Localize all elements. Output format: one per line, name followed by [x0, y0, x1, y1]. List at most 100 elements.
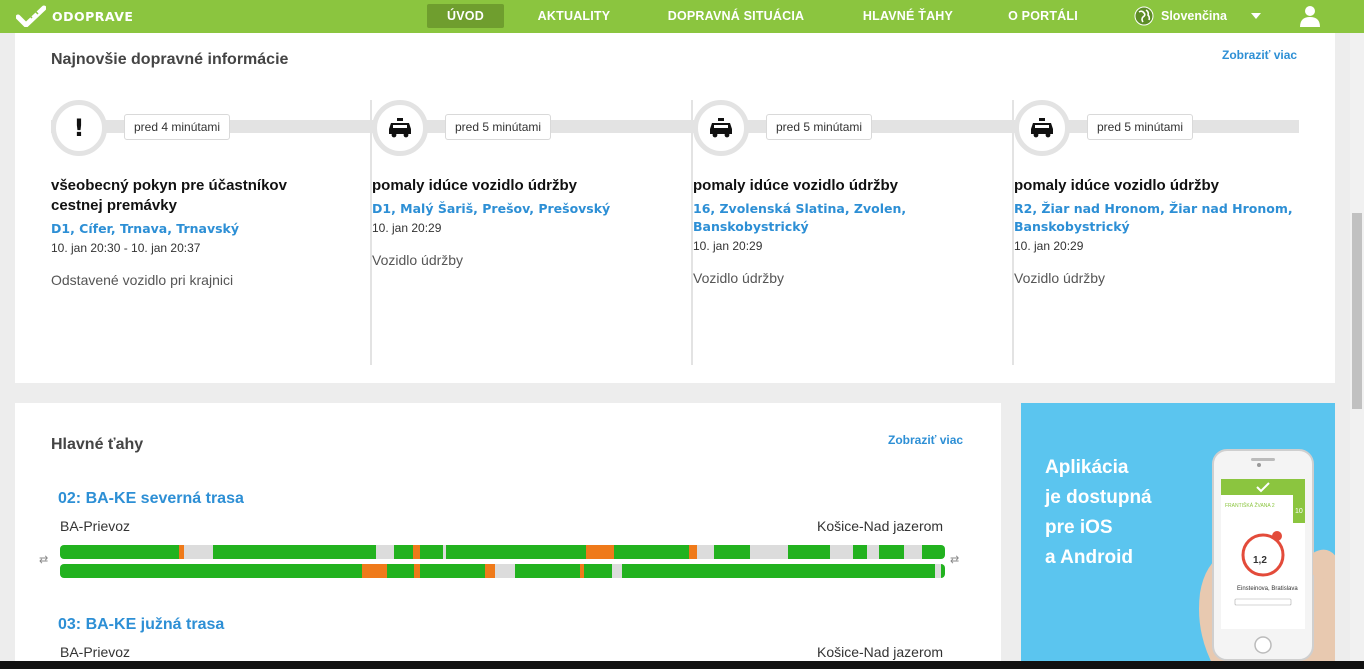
phone-street-label: FRANTIŠKÁ ŽVANA 2 — [1225, 501, 1275, 509]
traffic-segment-slow[interactable] — [689, 545, 698, 559]
top-navigation: ODOPRAVE ÚVOD AKTUALITY DOPRAVNÁ SITUÁCI… — [0, 0, 1364, 33]
ad-line: je dostupná — [1045, 487, 1152, 508]
direction-arrows-icon: ⇄ — [950, 554, 960, 566]
news-item[interactable]: pred 5 minútami pomaly idúce vozidlo údr… — [1014, 100, 1335, 365]
traffic-segment-none[interactable] — [867, 545, 880, 559]
maintenance-vehicle-icon — [710, 118, 732, 138]
news-icon-circle: ! — [51, 100, 107, 156]
direction-arrows-icon: ⇄ — [39, 554, 49, 566]
language-selector[interactable]: Slovenčina — [1134, 5, 1262, 27]
traffic-segment-free[interactable] — [386, 564, 415, 578]
traffic-segment-free[interactable] — [446, 545, 586, 559]
exclamation-icon: ! — [73, 114, 85, 142]
traffic-segment-free[interactable] — [60, 564, 362, 578]
ad-line: a Android — [1045, 547, 1133, 568]
nav-item-hlavne-tahy[interactable]: HLAVNÉ ŤAHY — [855, 4, 961, 28]
app-ad-text: Aplikácia je dostupná pre iOS a Android — [1045, 453, 1152, 573]
ad-line: pre iOS — [1045, 517, 1113, 538]
traffic-segment-free[interactable] — [393, 545, 413, 559]
news-item[interactable]: pred 5 minútami pomaly idúce vozidlo údr… — [372, 100, 693, 365]
traffic-segment-none[interactable] — [903, 545, 922, 559]
nav-item-aktuality[interactable]: AKTUALITY — [530, 4, 618, 28]
panel-title: Hlavné ťahy — [51, 436, 144, 453]
traffic-bar-direction-2[interactable] — [60, 564, 945, 578]
news-date: 10. jan 20:30 - 10. jan 20:37 — [51, 241, 201, 255]
logo-check-icon — [16, 5, 46, 27]
route-title-link[interactable]: 03: BA-KE južná trasa — [58, 616, 224, 634]
traffic-segment-free[interactable] — [853, 545, 868, 559]
nav-item-o-portali[interactable]: O PORTÁLI — [1003, 4, 1083, 28]
panel-title: Najnovšie dopravné informácie — [51, 51, 289, 68]
traffic-segment-slow[interactable] — [361, 564, 387, 578]
traffic-segment-free[interactable] — [621, 564, 935, 578]
traffic-segment-slow[interactable] — [484, 564, 495, 578]
maintenance-vehicle-icon — [1031, 118, 1053, 138]
nav-item-uvod[interactable]: ÚVOD — [427, 4, 504, 28]
traffic-segment-none[interactable] — [611, 564, 622, 578]
news-icon-circle — [372, 100, 428, 156]
route-end: Košice-Nad jazerom — [817, 644, 944, 660]
news-icon-circle — [1014, 100, 1070, 156]
news-icon-circle — [693, 100, 749, 156]
scrollbar[interactable] — [1350, 33, 1364, 669]
show-more-link[interactable]: Zobraziť viac — [1222, 48, 1297, 62]
scrollbar-thumb[interactable] — [1352, 213, 1362, 409]
traffic-segment-free[interactable] — [212, 545, 376, 559]
maintenance-vehicle-icon — [389, 118, 411, 138]
language-label: Slovenčina — [1161, 9, 1227, 23]
news-description: Vozidlo údržby — [1014, 270, 1106, 286]
site-logo[interactable]: ODOPRAVE — [16, 3, 133, 29]
traffic-segment-none[interactable] — [375, 545, 394, 559]
news-date: 10. jan 20:29 — [693, 239, 763, 253]
news-road-link[interactable]: D1, Malý Šariš, Prešov, Prešovský — [372, 200, 662, 218]
traffic-bar-direction-1[interactable] — [60, 545, 945, 559]
traffic-segment-none[interactable] — [494, 564, 516, 578]
traffic-segment-slow[interactable] — [412, 545, 420, 559]
traffic-segment-free[interactable] — [921, 545, 945, 559]
traffic-segment-none[interactable] — [697, 545, 714, 559]
traffic-segment-free[interactable] — [787, 545, 831, 559]
traffic-segment-slow[interactable] — [585, 545, 615, 559]
traffic-segment-free[interactable] — [419, 545, 444, 559]
route-start: BA-Prievoz — [60, 644, 131, 660]
news-item[interactable]: pred 5 minútami pomaly idúce vozidlo údr… — [693, 100, 1014, 365]
os-taskbar — [0, 661, 1364, 669]
news-title: pomaly idúce vozidlo údržby — [372, 177, 578, 194]
phone-distance-label: 1,2 — [1253, 555, 1267, 566]
news-description: Vozidlo údržby — [693, 270, 785, 286]
user-icon[interactable] — [1298, 5, 1322, 27]
time-badge: pred 5 minútami — [766, 114, 873, 140]
route-title-link[interactable]: 02: BA-KE severná trasa — [58, 490, 244, 508]
latest-traffic-info-panel: Najnovšie dopravné informácie Zobraziť v… — [15, 33, 1335, 383]
traffic-segment-none[interactable] — [183, 545, 213, 559]
news-title: pomaly idúce vozidlo údržby — [693, 177, 899, 194]
news-description: Odstavené vozidlo pri krajnici — [51, 272, 234, 288]
traffic-segment-free[interactable] — [879, 545, 904, 559]
news-road-link[interactable]: R2, Žiar nad Hronom, Žiar nad Hronom, Ba… — [1014, 200, 1304, 236]
phone-speed-label: 10 — [1295, 508, 1303, 515]
route-end: Košice-Nad jazerom — [817, 518, 944, 534]
news-item[interactable]: ! pred 4 minútami všeobecný pokyn pre úč… — [51, 100, 372, 365]
chevron-down-icon — [1251, 13, 1261, 19]
news-road-link[interactable]: 16, Zvolenská Slatina, Zvolen, Banskobys… — [693, 200, 983, 236]
news-road-link[interactable]: D1, Cífer, Trnava, Trnavský — [51, 220, 341, 238]
news-date: 10. jan 20:29 — [1014, 239, 1084, 253]
time-badge: pred 5 minútami — [1087, 114, 1194, 140]
traffic-segment-free[interactable] — [713, 545, 750, 559]
traffic-segment-free[interactable] — [420, 564, 485, 578]
traffic-segment-free[interactable] — [515, 564, 580, 578]
nav-item-dopravna-situacia[interactable]: DOPRAVNÁ SITUÁCIA — [662, 4, 810, 28]
show-more-link[interactable]: Zobraziť viac — [888, 433, 963, 447]
traffic-segment-free[interactable] — [583, 564, 612, 578]
news-title: všeobecný pokyn pre účastníkov cestnej p… — [51, 177, 287, 214]
traffic-segment-free[interactable] — [60, 545, 179, 559]
news-description: Vozidlo údržby — [372, 252, 464, 268]
mobile-app-banner[interactable]: Aplikácia je dostupná pre iOS a Android … — [1021, 403, 1335, 669]
traffic-segment-free[interactable] — [940, 564, 945, 578]
traffic-segment-none[interactable] — [830, 545, 854, 559]
time-badge: pred 5 minútami — [445, 114, 552, 140]
traffic-segment-none[interactable] — [749, 545, 788, 559]
globe-icon — [1134, 6, 1154, 26]
traffic-segment-free[interactable] — [614, 545, 690, 559]
logo-text: ODOPRAVE — [52, 8, 134, 24]
